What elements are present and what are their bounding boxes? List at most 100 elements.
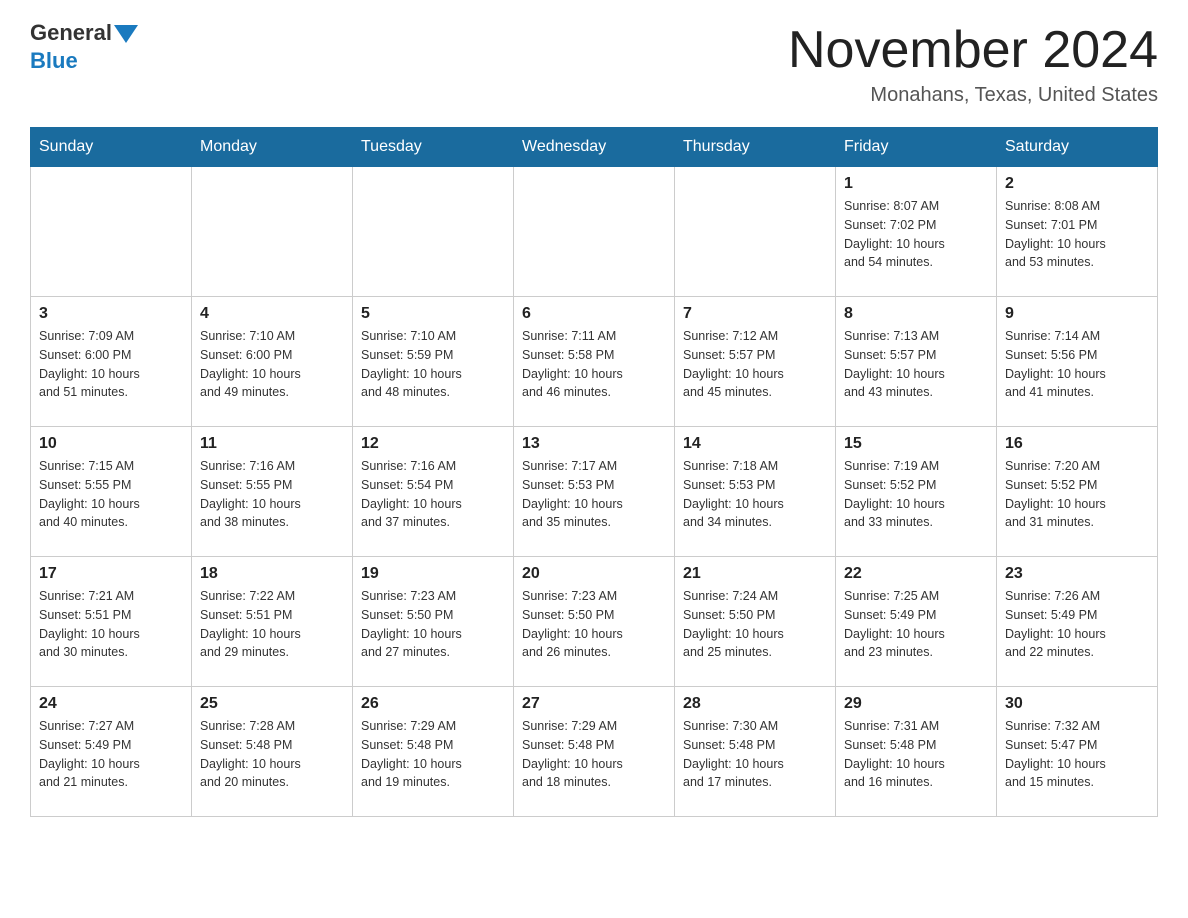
day-info: Sunrise: 7:16 AMSunset: 5:55 PMDaylight:…	[200, 457, 344, 532]
day-info: Sunrise: 7:17 AMSunset: 5:53 PMDaylight:…	[522, 457, 666, 532]
calendar-cell: 15 Sunrise: 7:19 AMSunset: 5:52 PMDayligh…	[836, 427, 997, 557]
day-number: 6	[522, 305, 666, 323]
weekday-header-thursday: Thursday	[675, 128, 836, 167]
day-number: 9	[1005, 305, 1149, 323]
day-info: Sunrise: 8:08 AMSunset: 7:01 PMDaylight:…	[1005, 197, 1149, 272]
calendar-cell: 1 Sunrise: 8:07 AMSunset: 7:02 PMDaylight…	[836, 167, 997, 297]
day-number: 1	[844, 175, 988, 193]
logo-blue-text: Blue	[30, 48, 78, 74]
calendar-cell: 27 Sunrise: 7:29 AMSunset: 5:48 PMDayligh…	[514, 687, 675, 817]
day-info: Sunrise: 7:23 AMSunset: 5:50 PMDaylight:…	[361, 587, 505, 662]
day-info: Sunrise: 7:12 AMSunset: 5:57 PMDaylight:…	[683, 327, 827, 402]
day-info: Sunrise: 7:10 AMSunset: 5:59 PMDaylight:…	[361, 327, 505, 402]
logo: General Blue	[30, 20, 138, 74]
day-info: Sunrise: 7:10 AMSunset: 6:00 PMDaylight:…	[200, 327, 344, 402]
weekday-header-wednesday: Wednesday	[514, 128, 675, 167]
day-number: 19	[361, 565, 505, 583]
day-number: 29	[844, 695, 988, 713]
day-number: 15	[844, 435, 988, 453]
calendar-cell: 20 Sunrise: 7:23 AMSunset: 5:50 PMDayligh…	[514, 557, 675, 687]
day-number: 18	[200, 565, 344, 583]
calendar-cell: 12 Sunrise: 7:16 AMSunset: 5:54 PMDayligh…	[353, 427, 514, 557]
logo-general-text: General	[30, 20, 112, 46]
day-number: 4	[200, 305, 344, 323]
calendar-cell: 14 Sunrise: 7:18 AMSunset: 5:53 PMDayligh…	[675, 427, 836, 557]
calendar-cell: 6 Sunrise: 7:11 AMSunset: 5:58 PMDaylight…	[514, 297, 675, 427]
day-number: 17	[39, 565, 183, 583]
day-info: Sunrise: 7:14 AMSunset: 5:56 PMDaylight:…	[1005, 327, 1149, 402]
day-info: Sunrise: 7:24 AMSunset: 5:50 PMDaylight:…	[683, 587, 827, 662]
calendar-cell	[514, 167, 675, 297]
day-info: Sunrise: 7:23 AMSunset: 5:50 PMDaylight:…	[522, 587, 666, 662]
week-row-3: 10 Sunrise: 7:15 AMSunset: 5:55 PMDayligh…	[31, 427, 1158, 557]
calendar-subtitle: Monahans, Texas, United States	[788, 84, 1158, 107]
day-number: 3	[39, 305, 183, 323]
calendar-cell: 18 Sunrise: 7:22 AMSunset: 5:51 PMDayligh…	[192, 557, 353, 687]
day-info: Sunrise: 7:29 AMSunset: 5:48 PMDaylight:…	[361, 717, 505, 792]
day-number: 20	[522, 565, 666, 583]
calendar-cell: 7 Sunrise: 7:12 AMSunset: 5:57 PMDaylight…	[675, 297, 836, 427]
day-info: Sunrise: 7:29 AMSunset: 5:48 PMDaylight:…	[522, 717, 666, 792]
calendar-cell: 29 Sunrise: 7:31 AMSunset: 5:48 PMDayligh…	[836, 687, 997, 817]
day-info: Sunrise: 7:28 AMSunset: 5:48 PMDaylight:…	[200, 717, 344, 792]
calendar-cell: 24Sunrise: 7:27 AMSunset: 5:49 PMDayligh…	[31, 687, 192, 817]
week-row-5: 24Sunrise: 7:27 AMSunset: 5:49 PMDayligh…	[31, 687, 1158, 817]
day-info: Sunrise: 7:15 AMSunset: 5:55 PMDaylight:…	[39, 457, 183, 532]
day-info: Sunrise: 7:11 AMSunset: 5:58 PMDaylight:…	[522, 327, 666, 402]
calendar-cell: 22Sunrise: 7:25 AMSunset: 5:49 PMDayligh…	[836, 557, 997, 687]
calendar-cell: 30Sunrise: 7:32 AMSunset: 5:47 PMDayligh…	[997, 687, 1158, 817]
day-number: 8	[844, 305, 988, 323]
day-info: Sunrise: 7:16 AMSunset: 5:54 PMDaylight:…	[361, 457, 505, 532]
calendar-cell: 23 Sunrise: 7:26 AMSunset: 5:49 PMDayligh…	[997, 557, 1158, 687]
day-number: 23	[1005, 565, 1149, 583]
day-number: 11	[200, 435, 344, 453]
day-info: Sunrise: 7:09 AMSunset: 6:00 PMDaylight:…	[39, 327, 183, 402]
calendar-cell: 17Sunrise: 7:21 AMSunset: 5:51 PMDayligh…	[31, 557, 192, 687]
weekday-header-sunday: Sunday	[31, 128, 192, 167]
day-number: 30	[1005, 695, 1149, 713]
day-number: 2	[1005, 175, 1149, 193]
calendar-cell: 3 Sunrise: 7:09 AMSunset: 6:00 PMDaylight…	[31, 297, 192, 427]
day-info: Sunrise: 8:07 AMSunset: 7:02 PMDaylight:…	[844, 197, 988, 272]
day-number: 24	[39, 695, 183, 713]
day-number: 5	[361, 305, 505, 323]
calendar-title: November 2024	[788, 20, 1158, 80]
weekday-header-row: SundayMondayTuesdayWednesdayThursdayFrid…	[31, 128, 1158, 167]
calendar-table: SundayMondayTuesdayWednesdayThursdayFrid…	[30, 127, 1158, 817]
calendar-cell: 25Sunrise: 7:28 AMSunset: 5:48 PMDayligh…	[192, 687, 353, 817]
day-info: Sunrise: 7:31 AMSunset: 5:48 PMDaylight:…	[844, 717, 988, 792]
day-info: Sunrise: 7:30 AMSunset: 5:48 PMDaylight:…	[683, 717, 827, 792]
day-number: 28	[683, 695, 827, 713]
day-info: Sunrise: 7:18 AMSunset: 5:53 PMDaylight:…	[683, 457, 827, 532]
day-number: 14	[683, 435, 827, 453]
day-number: 21	[683, 565, 827, 583]
day-info: Sunrise: 7:13 AMSunset: 5:57 PMDaylight:…	[844, 327, 988, 402]
calendar-cell: 8 Sunrise: 7:13 AMSunset: 5:57 PMDaylight…	[836, 297, 997, 427]
calendar-cell: 2 Sunrise: 8:08 AMSunset: 7:01 PMDaylight…	[997, 167, 1158, 297]
day-info: Sunrise: 7:26 AMSunset: 5:49 PMDaylight:…	[1005, 587, 1149, 662]
day-number: 12	[361, 435, 505, 453]
calendar-cell: 28 Sunrise: 7:30 AMSunset: 5:48 PMDayligh…	[675, 687, 836, 817]
day-number: 13	[522, 435, 666, 453]
calendar-cell: 13 Sunrise: 7:17 AMSunset: 5:53 PMDayligh…	[514, 427, 675, 557]
day-number: 10	[39, 435, 183, 453]
weekday-header-monday: Monday	[192, 128, 353, 167]
title-section: November 2024 Monahans, Texas, United St…	[788, 20, 1158, 107]
week-row-2: 3 Sunrise: 7:09 AMSunset: 6:00 PMDaylight…	[31, 297, 1158, 427]
day-info: Sunrise: 7:19 AMSunset: 5:52 PMDaylight:…	[844, 457, 988, 532]
week-row-1: 1 Sunrise: 8:07 AMSunset: 7:02 PMDaylight…	[31, 167, 1158, 297]
calendar-cell: 9 Sunrise: 7:14 AMSunset: 5:56 PMDaylight…	[997, 297, 1158, 427]
calendar-cell: 10 Sunrise: 7:15 AMSunset: 5:55 PMDayligh…	[31, 427, 192, 557]
day-number: 16	[1005, 435, 1149, 453]
day-info: Sunrise: 7:25 AMSunset: 5:49 PMDaylight:…	[844, 587, 988, 662]
calendar-cell	[192, 167, 353, 297]
calendar-cell: 16Sunrise: 7:20 AMSunset: 5:52 PMDayligh…	[997, 427, 1158, 557]
day-number: 7	[683, 305, 827, 323]
day-number: 26	[361, 695, 505, 713]
day-info: Sunrise: 7:22 AMSunset: 5:51 PMDaylight:…	[200, 587, 344, 662]
calendar-cell: 26 Sunrise: 7:29 AMSunset: 5:48 PMDayligh…	[353, 687, 514, 817]
calendar-cell	[675, 167, 836, 297]
calendar-cell: 4 Sunrise: 7:10 AMSunset: 6:00 PMDaylight…	[192, 297, 353, 427]
day-number: 27	[522, 695, 666, 713]
calendar-cell: 11 Sunrise: 7:16 AMSunset: 5:55 PMDayligh…	[192, 427, 353, 557]
